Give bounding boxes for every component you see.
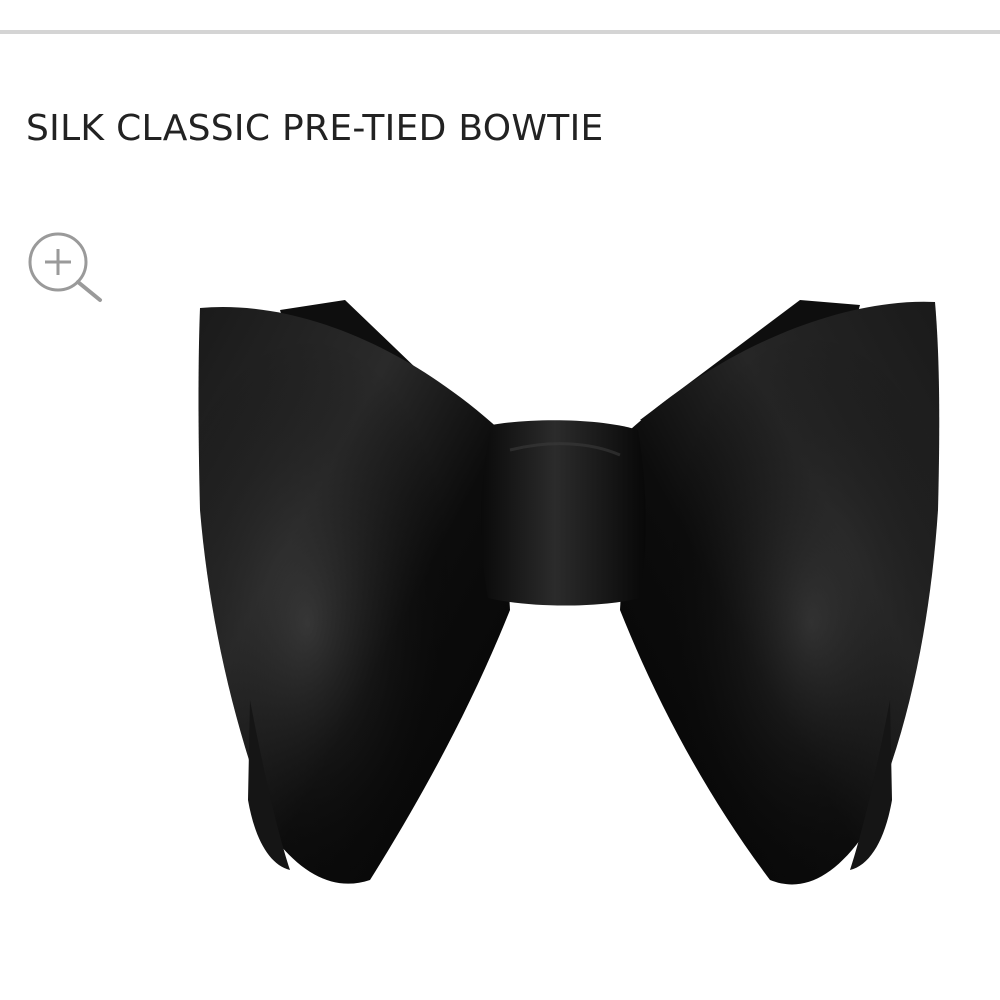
- header-divider: [0, 30, 1000, 34]
- zoom-in-icon: [28, 232, 102, 302]
- product-page: SILK CLASSIC PRE-TIED BOWTIE: [0, 0, 1000, 1000]
- product-image[interactable]: [170, 280, 970, 920]
- zoom-button[interactable]: [22, 226, 106, 306]
- bowtie-image: [198, 300, 940, 885]
- product-title: SILK CLASSIC PRE-TIED BOWTIE: [26, 108, 604, 149]
